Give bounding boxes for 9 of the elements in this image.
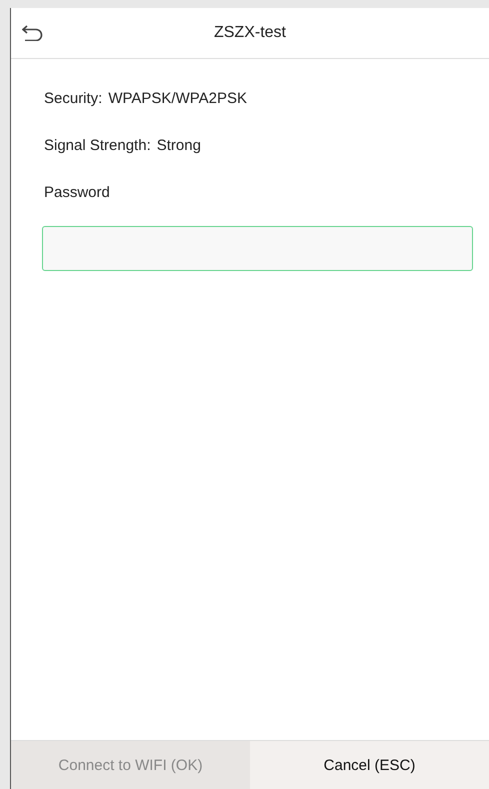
info-label: Security: bbox=[44, 90, 102, 107]
screen-title: ZSZX-test bbox=[214, 24, 286, 42]
password-field[interactable] bbox=[42, 226, 473, 271]
info-value: WPAPSK/WPA2PSK bbox=[108, 90, 248, 107]
password-label: Password bbox=[44, 184, 110, 201]
info-label: Signal Strength: bbox=[44, 137, 151, 154]
info-value: Strong bbox=[156, 137, 201, 154]
back-icon[interactable] bbox=[22, 25, 44, 41]
action-button[interactable]: Cancel (ESC) bbox=[250, 741, 489, 789]
